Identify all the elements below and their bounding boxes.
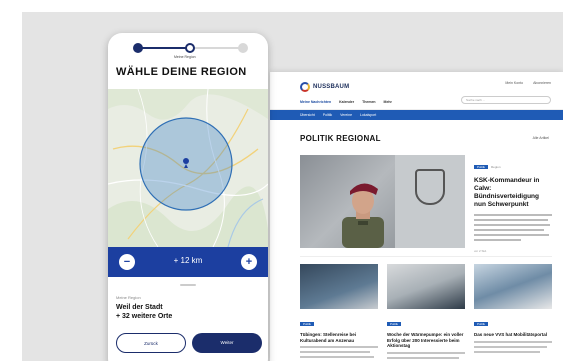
category-link[interactable]: Lokalsport (360, 113, 376, 117)
category-link[interactable]: Politik (323, 113, 332, 117)
category-bar: Übersicht Politik Vereine Lokalsport (270, 110, 563, 120)
desktop-mockup: NUSSBAUM Meine Nachrichten Kalender Them… (270, 72, 563, 361)
article-card-teaser (474, 340, 552, 353)
hero-image[interactable] (300, 155, 465, 248)
region-extra-count: + 32 weitere Orte (116, 312, 173, 320)
step-dot-upcoming (238, 43, 248, 53)
main-nav: Meine Nachrichten Kalender Themen Mehr (300, 100, 392, 104)
article-card-title[interactable]: Tübingen: Stellenreise bei Kulturabend a… (300, 332, 378, 343)
header-actions: Mein Konto Abonnieren (505, 81, 551, 85)
story-date: vor 2 Std. (474, 249, 487, 253)
nav-link-more[interactable]: Mehr (384, 100, 392, 104)
brand-logo-icon (300, 82, 310, 92)
radius-increase-button[interactable]: + (241, 254, 257, 270)
article-card-image (474, 264, 552, 309)
search-input[interactable]: Suche nach ... (461, 96, 551, 104)
category-link[interactable]: Vereine (340, 113, 352, 117)
article-card-tag: Politik (474, 322, 489, 326)
step-label-current: Meine Region (174, 55, 196, 59)
desktop-header: NUSSBAUM Meine Nachrichten Kalender Them… (270, 72, 563, 110)
nav-link-news[interactable]: Meine Nachrichten (300, 100, 331, 104)
region-town: Weil der Stadt (116, 304, 163, 311)
step-dot-completed (133, 43, 143, 53)
article-card-teaser (300, 346, 378, 358)
stepper-line-todo (192, 47, 242, 49)
progress-stepper: Meine Region (130, 42, 250, 59)
account-link[interactable]: Mein Konto (505, 81, 523, 85)
phone-mockup: Meine Region WÄHLE DEINE REGION − + 12 k… (108, 33, 268, 361)
nav-link-topics[interactable]: Themen (362, 100, 375, 104)
section-title: POLITIK REGIONAL (300, 134, 381, 143)
article-card-tag: Politik (300, 322, 315, 326)
article-card-teaser (387, 351, 465, 361)
article-card-title[interactable]: Woche der Wärmepumpe: ein voller Erfolg … (387, 332, 465, 349)
article-card[interactable]: Politik Woche der Wärmepumpe: ein voller… (387, 264, 465, 361)
back-button[interactable]: Zurück (116, 333, 186, 353)
subscribe-link[interactable]: Abonnieren (533, 81, 551, 85)
category-link[interactable]: Übersicht (300, 113, 315, 117)
region-label: Meine Region (116, 295, 141, 300)
article-card[interactable]: Politik Tübingen: Stellenreise bei Kultu… (300, 264, 378, 361)
divider (300, 256, 552, 257)
sheet-handle[interactable] (180, 284, 196, 286)
story-meta: Region (491, 165, 501, 169)
step-dot-current (185, 43, 195, 53)
story-teaser (474, 214, 552, 241)
brand-logo[interactable]: NUSSBAUM (300, 82, 349, 92)
article-card-tag: Politik (387, 322, 402, 326)
side-story[interactable]: Politik Region KSK-Kommandeur in Calw: Bü… (474, 155, 552, 253)
hero-person-figure (342, 183, 384, 248)
region-map[interactable] (108, 89, 268, 247)
article-card-image (300, 264, 378, 309)
article-card-image (387, 264, 465, 309)
article-cards: Politik Tübingen: Stellenreise bei Kultu… (300, 264, 552, 361)
article-card-title[interactable]: Das neue VVS hat Mobilitätsportal (474, 332, 552, 338)
article-card[interactable]: Politik Das neue VVS hat Mobilitätsporta… (474, 264, 552, 361)
next-button[interactable]: Weiter (192, 333, 262, 353)
story-tag: Politik (474, 165, 489, 169)
radius-control: − + 12 km + (108, 247, 268, 277)
page-title: WÄHLE DEINE REGION (116, 66, 247, 78)
brand-name: NUSSBAUM (313, 84, 350, 90)
hero-emblem (415, 169, 445, 205)
section-more-link[interactable]: Alle Artikel (533, 136, 549, 140)
map-canvas (108, 89, 268, 247)
stepper-line-done (138, 47, 188, 49)
location-pin (183, 158, 189, 164)
nav-link-calendar[interactable]: Kalender (339, 100, 354, 104)
story-headline[interactable]: KSK-Kommandeur in Calw: Bündnisverteidig… (474, 177, 552, 209)
region-value: Weil der Stadt + 32 weitere Orte (116, 304, 256, 321)
